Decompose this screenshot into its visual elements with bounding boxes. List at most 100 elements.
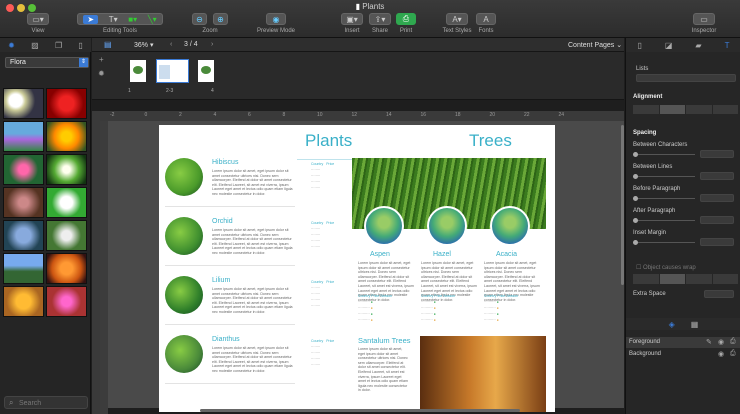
object-wrap-checkbox[interactable]: ☐ Object causes wrap <box>636 264 696 271</box>
page-thumb-selected[interactable] <box>156 59 189 83</box>
edit-icon[interactable]: ✎ <box>706 338 712 346</box>
align-center-button[interactable] <box>659 105 685 114</box>
spacing-field[interactable] <box>700 216 734 224</box>
lists-select[interactable] <box>636 74 736 82</box>
horizontal-scrollbar[interactable] <box>200 409 520 412</box>
grid-icon[interactable]: ▦ <box>691 320 699 329</box>
flora-thumbnail[interactable] <box>3 187 44 218</box>
plant-name: Lilium <box>212 277 231 284</box>
page-thumb[interactable] <box>198 60 214 82</box>
shape-tool-icon[interactable]: ■▾ <box>128 15 137 24</box>
spacing-slider[interactable] <box>633 240 695 245</box>
wrap-option-button[interactable] <box>712 274 738 284</box>
wrap-option-button[interactable] <box>633 274 659 284</box>
flora-thumbnail[interactable] <box>3 121 44 152</box>
align-right-button[interactable] <box>686 105 712 114</box>
layout-tab-icon[interactable]: ◪ <box>665 41 673 50</box>
spacing-field[interactable] <box>700 238 734 246</box>
plant-photo[interactable] <box>165 335 203 373</box>
zoom-in-button[interactable]: ⊕ <box>213 13 228 25</box>
flora-thumbnail[interactable] <box>46 187 87 218</box>
right-page-title: Trees <box>469 131 512 150</box>
spacing-slider[interactable] <box>633 196 695 201</box>
wrap-option-button[interactable] <box>686 274 712 284</box>
text-styles-button[interactable]: A▾ <box>446 13 468 25</box>
document-icon[interactable]: ▯ <box>78 41 82 50</box>
tree-photo[interactable] <box>427 206 467 246</box>
layer-row[interactable]: Background ◉ ⎙ <box>626 349 740 360</box>
flora-thumbnail[interactable] <box>46 121 87 152</box>
wrap-option-button[interactable] <box>659 274 685 284</box>
layer-row[interactable]: Foreground ✎ ◉ ⎙ <box>626 337 740 348</box>
copy-icon[interactable]: ❐ <box>55 41 62 50</box>
justify-button[interactable] <box>712 105 738 114</box>
tree-name: Hazel <box>433 251 451 258</box>
flora-thumbnail[interactable] <box>46 286 87 317</box>
spacing-field[interactable] <box>700 172 734 180</box>
spacing-field[interactable] <box>700 194 734 202</box>
print-button[interactable]: ⎙ <box>396 13 416 25</box>
inspector-tabs: ▯ ◪ ▰ T <box>626 38 740 52</box>
next-page-icon[interactable]: › <box>211 41 213 48</box>
tree-photo[interactable] <box>364 206 404 246</box>
category-select[interactable]: Flora ⇕ <box>5 57 89 68</box>
align-left-button[interactable] <box>633 105 659 114</box>
cursor-icon[interactable]: ➤ <box>83 14 99 24</box>
print-icon[interactable]: ⎙ <box>730 350 736 358</box>
spacing-slider[interactable] <box>633 218 695 223</box>
layout-icon[interactable]: ▤ <box>104 40 112 49</box>
fonts-button[interactable]: A <box>476 13 496 25</box>
add-page-icon[interactable]: + <box>99 55 104 64</box>
text-tab-icon[interactable]: T <box>725 41 730 50</box>
flora-thumbnail[interactable] <box>46 253 87 284</box>
eye-icon[interactable]: ◉ <box>718 338 724 346</box>
spacing-label: Between Lines <box>633 164 673 170</box>
text-tool-icon[interactable]: T▾ <box>109 15 118 24</box>
style-icon[interactable]: ▰ <box>695 41 701 50</box>
print-icon[interactable]: ⎙ <box>730 338 736 346</box>
eye-icon[interactable]: ◉ <box>718 350 724 358</box>
plant-photo[interactable] <box>165 276 203 314</box>
zoom-level[interactable]: 36% ▾ <box>134 41 153 49</box>
extra-space-field[interactable] <box>704 290 734 298</box>
inspector-button[interactable]: ▭ <box>693 13 715 25</box>
search-input[interactable]: ⌕ Search <box>4 396 88 409</box>
flora-thumbnail[interactable] <box>46 220 87 251</box>
document-icon[interactable]: ▯ <box>637 41 641 50</box>
image-icon[interactable]: ▨ <box>31 41 39 50</box>
flora-thumbnail[interactable] <box>3 88 44 119</box>
ruler-tick-label: 24 <box>558 112 565 118</box>
row-divider <box>165 265 295 266</box>
layers-tabs: ◈ ▦ <box>626 318 740 330</box>
insert-button[interactable]: ▣▾ <box>341 13 363 25</box>
page-settings-icon[interactable]: ✹ <box>98 69 105 78</box>
horizontal-ruler: -2 0 2 4 6 8 10 12 14 16 18 20 22 24 <box>92 111 624 121</box>
document-spread[interactable]: Plants Hibiscus Lorem ipsum dolor sit am… <box>159 125 555 412</box>
santalum-photo[interactable] <box>420 336 546 412</box>
flora-thumbnail[interactable] <box>3 220 44 251</box>
page-thumb[interactable] <box>130 60 146 82</box>
plant-photo[interactable] <box>165 158 203 196</box>
vertical-scrollbar[interactable] <box>621 125 624 285</box>
flora-thumbnail[interactable] <box>46 88 87 119</box>
flora-thumbnail[interactable] <box>3 253 44 284</box>
preview-mode-button[interactable]: ◉ <box>266 13 286 25</box>
search-icon: ⌕ <box>9 398 14 407</box>
zoom-out-button[interactable]: ⊖ <box>192 13 207 25</box>
content-pages-select[interactable]: Content Pages ⌄ <box>568 41 622 49</box>
layers-icon[interactable]: ◈ <box>669 320 675 329</box>
editing-tools-group[interactable]: ➤ T▾ ■▾ ╲▾ <box>77 13 163 25</box>
flora-thumbnail[interactable] <box>46 154 87 185</box>
spacing-slider[interactable] <box>633 174 695 179</box>
prev-page-icon[interactable]: ‹ <box>170 41 172 48</box>
share-button[interactable]: ⇪▾ <box>369 13 391 25</box>
flora-thumbnail[interactable] <box>3 154 44 185</box>
flora-thumbnail[interactable] <box>3 286 44 317</box>
view-button[interactable]: ▭▾ <box>27 13 49 25</box>
tree-photo[interactable] <box>490 206 530 246</box>
spacing-field[interactable] <box>700 150 734 158</box>
gear-icon[interactable]: ✹ <box>8 41 15 50</box>
plant-photo[interactable] <box>165 217 203 255</box>
spacing-slider[interactable] <box>633 152 695 157</box>
line-tool-icon[interactable]: ╲▾ <box>148 15 157 24</box>
